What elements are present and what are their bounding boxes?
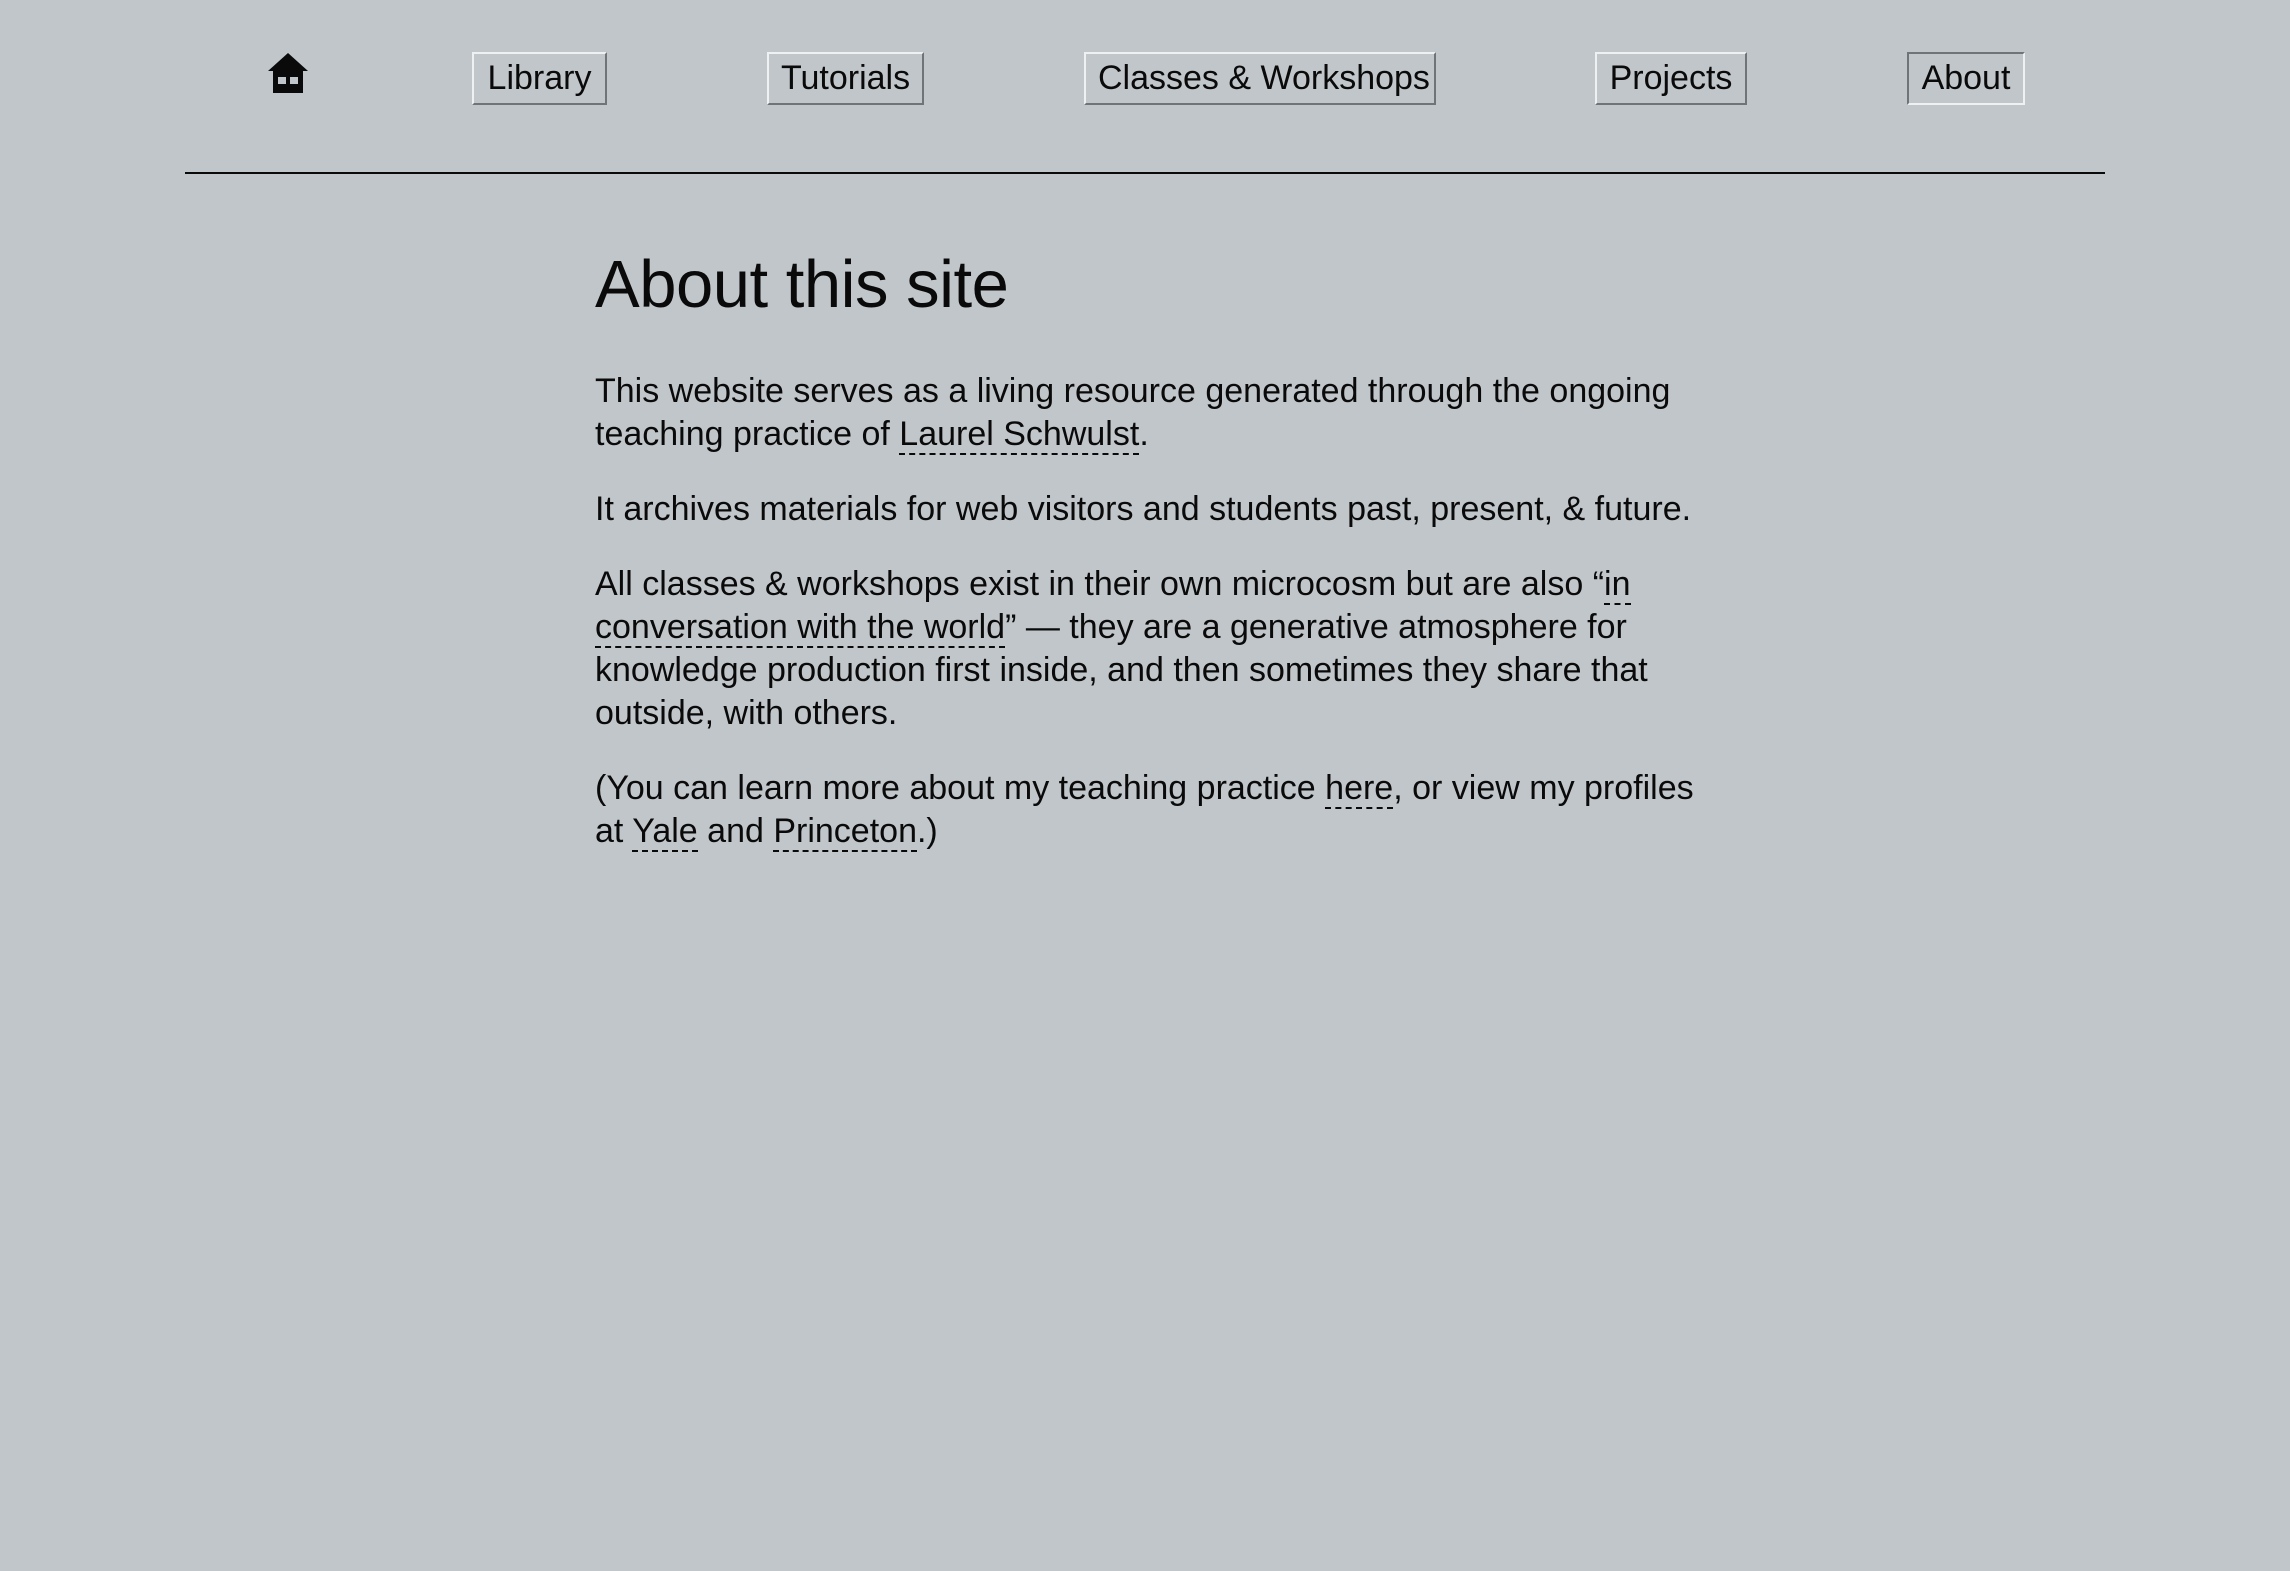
header-divider: [185, 172, 2105, 174]
nav-button-projects[interactable]: Projects: [1595, 52, 1747, 105]
home-icon[interactable]: [266, 51, 310, 95]
profiles-text: (You can learn more about my teaching pr…: [595, 769, 1326, 807]
page-title: About this site: [595, 247, 1009, 322]
archive-text: It archives materials for web visitors a…: [595, 490, 1692, 528]
nav-button-about[interactable]: About: [1907, 52, 2025, 105]
classes-paragraph: All classes & workshops exist in their o…: [595, 563, 1695, 735]
princeton-profile-link[interactable]: Princeton: [773, 812, 917, 852]
laurel-schwulst-link[interactable]: Laurel Schwulst: [899, 415, 1140, 455]
profiles-text-and: and: [697, 812, 774, 850]
main-content: About this site This website serves as a…: [595, 240, 1695, 853]
classes-text: All classes & workshops exist in their o…: [595, 565, 1605, 603]
top-navigation: Library Tutorials Classes & Workshops Pr…: [0, 0, 2290, 120]
profiles-text-end: .): [916, 812, 938, 850]
teaching-practice-link[interactable]: here: [1325, 769, 1394, 809]
yale-profile-link[interactable]: Yale: [632, 812, 698, 852]
intro-paragraph: This website serves as a living resource…: [595, 370, 1695, 456]
intro-text-end: .: [1139, 415, 1149, 453]
nav-button-tutorials[interactable]: Tutorials: [767, 52, 924, 105]
profiles-paragraph: (You can learn more about my teaching pr…: [595, 767, 1695, 853]
nav-button-library[interactable]: Library: [472, 52, 607, 105]
home-icon-graphic: [268, 53, 308, 93]
archive-paragraph: It archives materials for web visitors a…: [595, 488, 1695, 531]
nav-button-classes-workshops[interactable]: Classes & Workshops: [1084, 52, 1436, 105]
